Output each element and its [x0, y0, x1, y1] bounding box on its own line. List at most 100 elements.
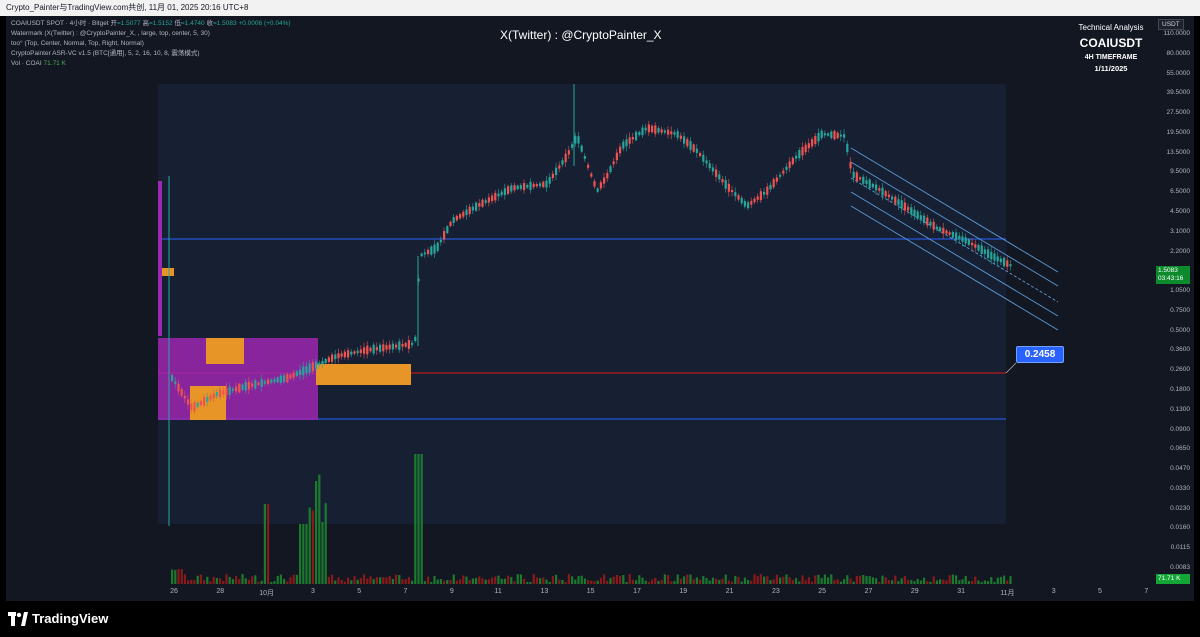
candle-body	[174, 381, 177, 385]
volume-bar	[747, 580, 750, 584]
volume-bar	[667, 575, 670, 584]
volume-bar	[199, 574, 202, 584]
legend-vol-label: Vol · COAI	[11, 60, 42, 67]
volume-bar	[603, 574, 606, 584]
candle-body	[913, 209, 916, 217]
volume-bar	[446, 580, 449, 584]
candle-body	[1006, 260, 1009, 267]
chart-legend[interactable]: COAIUSDT SPOT · 4小时 · Bitget 开=1.5077 高=…	[11, 19, 291, 69]
legend-low-value: =1.4740	[180, 20, 205, 27]
volume-bar	[551, 575, 554, 584]
candle-body	[990, 251, 993, 260]
volume-bar	[715, 578, 718, 584]
price-chart-canvas[interactable]	[6, 16, 1152, 586]
legend-symbol-row[interactable]: COAIUSDT SPOT · 4小时 · Bitget 开=1.5077 高=…	[11, 19, 291, 29]
candle-body	[683, 136, 686, 144]
candle-body	[526, 184, 529, 188]
candle-body	[283, 375, 286, 382]
volume-bar	[244, 578, 247, 584]
volume-bar	[980, 581, 983, 584]
candle-body	[391, 343, 394, 350]
candle-body	[705, 160, 708, 164]
volume-bar	[327, 576, 330, 584]
candle-body	[257, 382, 260, 385]
candle-body	[849, 162, 852, 169]
candle-body	[667, 129, 670, 135]
legend-indicator-too[interactable]: too° (Top, Center, Normal, Top, Right, N…	[11, 39, 291, 49]
volume-bar	[462, 575, 465, 584]
price-axis[interactable]: USDT 110.0000 80.0000 55.0000 39.5000 27.500…	[1152, 16, 1194, 586]
volume-bar	[798, 581, 801, 584]
volume-bar	[420, 454, 423, 584]
volume-bar	[475, 578, 478, 584]
tradingview-logo[interactable]: TradingView	[8, 611, 108, 626]
candle-body	[753, 198, 756, 203]
candle-body	[801, 147, 804, 156]
legend-indicator-watermark[interactable]: Watermark (X(Twitter) : @CryptoPainter_X…	[11, 29, 291, 39]
candle-body	[369, 347, 372, 352]
volume-bar	[788, 577, 791, 584]
legend-indicator-asr-vc[interactable]: CryptoPainter ASR-VC v1.5 (BTC[通用], 5, 2…	[11, 49, 291, 59]
price-axis-label: 6.5000	[1170, 188, 1190, 196]
volume-bar	[455, 580, 458, 584]
candle-body	[785, 166, 788, 171]
candle-body	[334, 354, 337, 360]
candle-body	[862, 176, 865, 184]
candle-body	[641, 127, 644, 136]
volume-bar	[542, 577, 545, 584]
candle-body	[388, 344, 391, 350]
volume-bar	[395, 574, 398, 584]
last-price-badge: 1.5083 03:43:16	[1156, 266, 1190, 284]
volume-bar	[740, 581, 743, 584]
volume-bar	[945, 580, 948, 584]
candle-body	[814, 135, 817, 145]
candle-body	[763, 191, 766, 195]
candle-countdown: 03:43:16	[1158, 275, 1184, 282]
candle-body	[228, 386, 231, 395]
volume-bar	[228, 576, 231, 584]
volume-bar	[702, 576, 705, 584]
volume-bar	[817, 574, 820, 584]
candle-body	[302, 366, 305, 376]
volume-bar	[731, 581, 734, 584]
legend-volume-row[interactable]: Vol · COAI 71.71 K	[11, 59, 291, 69]
candle-body	[980, 245, 983, 255]
candle-body	[743, 201, 746, 207]
currency-label[interactable]: USDT	[1158, 19, 1184, 30]
candle-body	[715, 169, 718, 177]
time-axis[interactable]: 26 28 10月 3 5 7 9 11 13 15 17 19 21 23 25 27 29 31 11月 3 5 7	[6, 586, 1152, 601]
volume-bar	[894, 575, 897, 584]
volume-bar	[587, 579, 590, 584]
candle-body	[724, 180, 727, 189]
candle-body	[836, 132, 839, 139]
candle-body	[196, 402, 199, 408]
level-callout-0.2458[interactable]: 0.2458	[1016, 346, 1064, 363]
candle-body	[420, 253, 423, 257]
candle-body	[686, 139, 689, 147]
candle-body	[827, 133, 830, 136]
candle-body	[343, 351, 346, 358]
candle-body	[241, 384, 244, 390]
volume-bar	[599, 577, 602, 584]
legend-change: +0.0006 (+0.04%)	[238, 20, 291, 27]
volume-bar	[510, 576, 513, 584]
volume-bar	[801, 575, 804, 584]
volume-bar	[177, 569, 180, 584]
volume-bar	[500, 578, 503, 584]
candle-body	[503, 188, 506, 196]
volume-bar	[996, 577, 999, 584]
candle-body	[900, 200, 903, 209]
time-axis-label: 3	[310, 588, 315, 595]
volume-bar	[868, 576, 871, 584]
volume-bar	[478, 576, 481, 584]
volume-bar	[871, 577, 874, 584]
volume-bar	[852, 581, 855, 584]
volume-bar	[289, 577, 292, 584]
volume-bar	[231, 579, 234, 584]
candle-body	[871, 183, 874, 188]
chart-pane[interactable]: COAIUSDT SPOT · 4小时 · Bitget 开=1.5077 高=…	[6, 16, 1194, 601]
volume-bar	[555, 574, 558, 584]
candle-body	[183, 396, 186, 399]
volume-bar	[414, 454, 417, 584]
candle-body	[932, 221, 935, 230]
